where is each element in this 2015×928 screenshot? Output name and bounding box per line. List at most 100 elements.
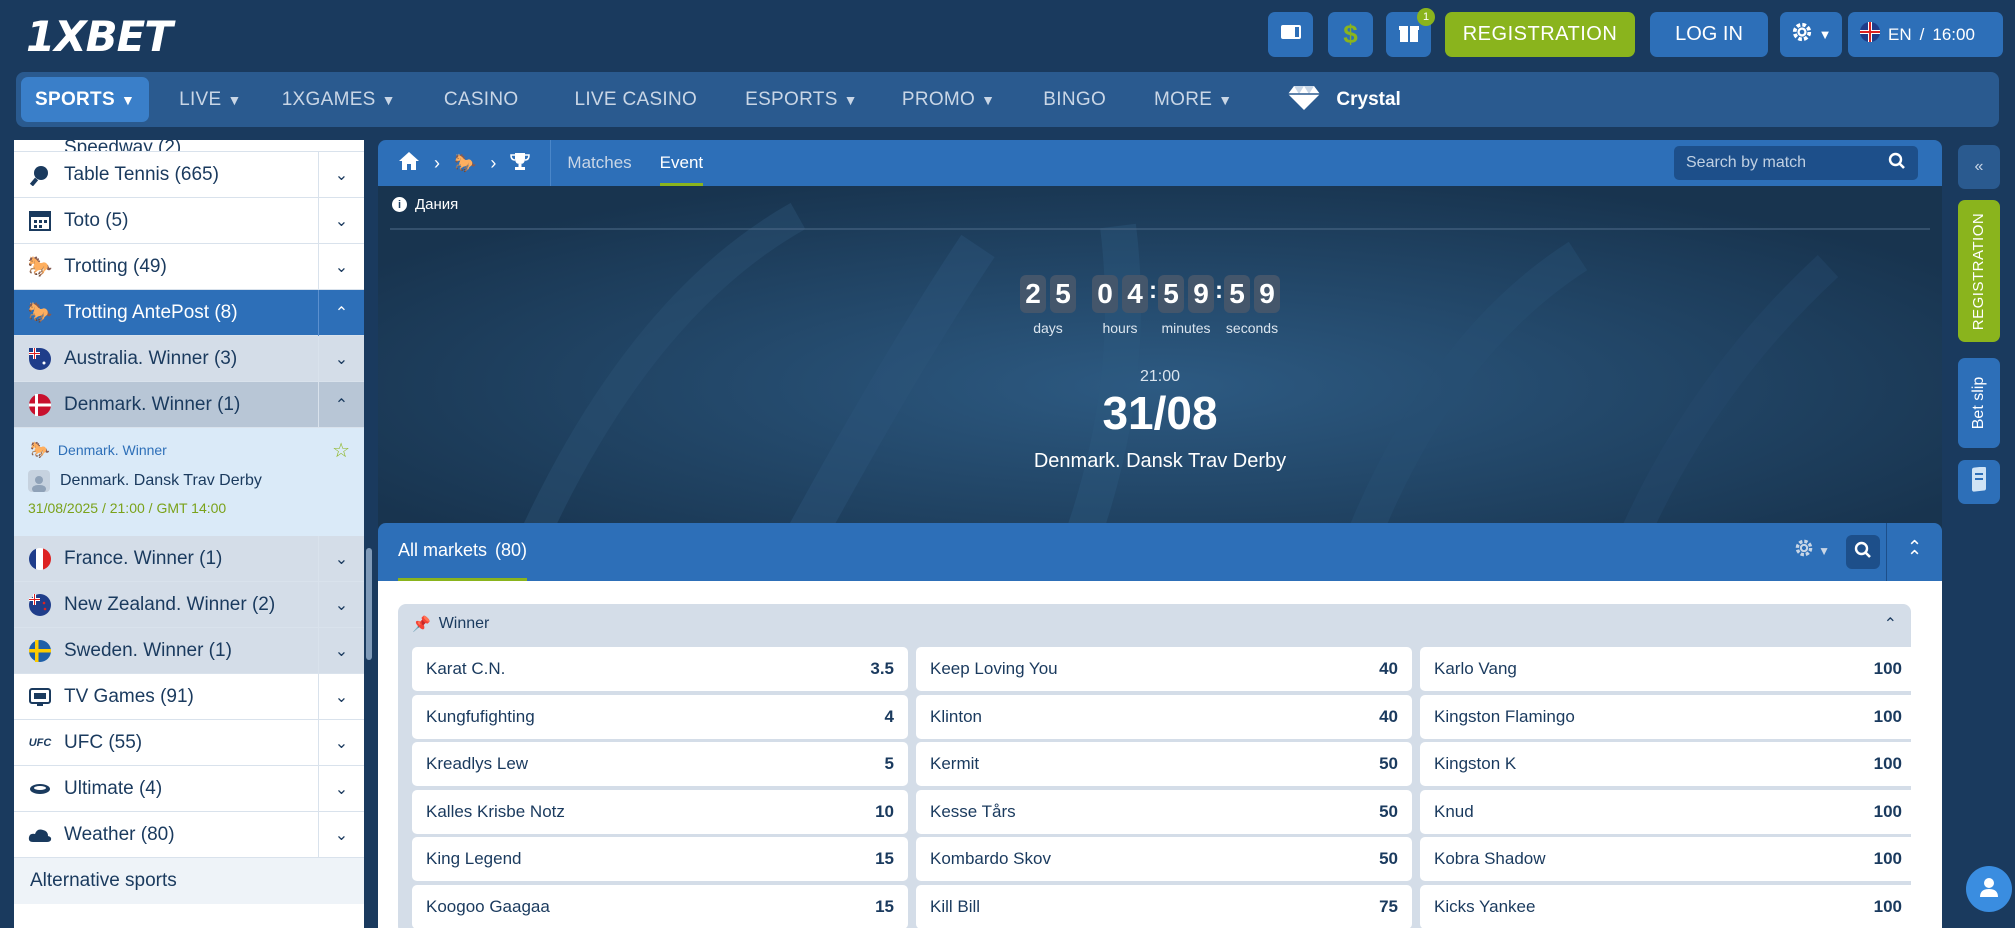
odds-cell[interactable]: Kingston Flamingo 100 [1420, 694, 1916, 739]
sidebar-item-tv-games[interactable]: TV Games (91) ⌄ [14, 674, 364, 720]
gift-icon [1397, 20, 1421, 49]
pin-icon[interactable]: 📌 [412, 615, 431, 633]
chevron-down-icon[interactable]: ⌄ [318, 244, 364, 290]
bet-slip-button[interactable]: Bet slip [1958, 358, 2000, 448]
odds-cell[interactable]: Klinton 40 [916, 694, 1412, 739]
odds-cell[interactable]: Knud 100 [1420, 789, 1916, 834]
coupon-button[interactable] [1958, 460, 2000, 504]
country-label: Дания [415, 196, 459, 213]
nav-label: LIVE [179, 88, 222, 110]
sidebar-event-card[interactable]: 🐎 Denmark. Winner ☆ Denmark. Dansk Trav … [14, 428, 364, 536]
tab-event[interactable]: Event [659, 140, 704, 186]
countdown-seconds: 59 seconds [1224, 275, 1280, 336]
sidebar-item-trotting[interactable]: 🐎 Trotting (49) ⌄ [14, 244, 364, 290]
match-search[interactable]: Search by match [1674, 146, 1918, 180]
nav-live[interactable]: LIVE ▼ [159, 72, 262, 127]
nav-live-casino[interactable]: LIVE CASINO [546, 72, 725, 127]
sidebar-toggle-button[interactable] [1268, 12, 1313, 57]
sidebar-item-ultimate[interactable]: Ultimate (4) ⌄ [14, 766, 364, 812]
markets-settings-button[interactable]: ▼ [1794, 538, 1830, 563]
chevron-down-icon[interactable]: ⌄ [318, 720, 364, 766]
sidebar-item-france-winner[interactable]: France. Winner (1) ⌄ [14, 536, 364, 582]
nav-casino[interactable]: CASINO [416, 72, 547, 127]
sidebar-item-label: Weather (80) [64, 823, 175, 845]
sidebar-alternative-sports[interactable]: Alternative sports [14, 858, 364, 904]
sidebar-scrollbar[interactable] [366, 548, 372, 660]
sidebar-item-toto[interactable]: Toto (5) ⌄ [14, 198, 364, 244]
chevron-down-icon[interactable]: ⌄ [318, 628, 364, 674]
chevron-up-icon[interactable]: ⌃ [1884, 614, 1897, 634]
tab-all-markets[interactable]: All markets (80) [398, 523, 528, 581]
odds-cell[interactable]: Keep Loving You 40 [916, 647, 1412, 691]
registration-button[interactable]: REGISTRATION [1445, 12, 1635, 57]
search-icon[interactable] [1888, 152, 1906, 175]
star-icon[interactable]: ☆ [332, 438, 350, 463]
nav-sports[interactable]: SPORTS ▼ [21, 77, 150, 122]
odds-cell[interactable]: Karlo Vang 100 [1420, 647, 1916, 691]
sidebar-item-sweden-winner[interactable]: Sweden. Winner (1) ⌄ [14, 628, 364, 674]
deposit-button[interactable]: $ [1328, 12, 1373, 57]
odds-cell[interactable]: Kobra Shadow 100 [1420, 837, 1916, 881]
sidebar-item-label: New Zealand. Winner (2) [64, 593, 276, 615]
collapse-all-button[interactable]: ⌃ ⌃ [1886, 523, 1942, 581]
chevron-down-icon[interactable]: ⌄ [318, 336, 364, 382]
sidebar-item-weather[interactable]: Weather (80) ⌄ [14, 812, 364, 858]
nav-promo[interactable]: PROMO ▼ [878, 72, 1019, 127]
settings-button[interactable]: ▼ [1780, 12, 1842, 57]
nav-crystal[interactable]: Crystal [1286, 82, 1401, 118]
nav-esports[interactable]: ESPORTS ▼ [725, 72, 878, 127]
sidebar-item-trotting-antepost[interactable]: 🐎 Trotting AntePost (8) ⌃ [14, 290, 364, 336]
sidebar-item-new-zealand-winner[interactable]: New Zealand. Winner (2) ⌄ [14, 582, 364, 628]
sweden-flag-icon [28, 639, 52, 663]
nav-more[interactable]: MORE ▼ [1130, 72, 1256, 127]
markets-search-button[interactable] [1846, 535, 1880, 569]
odds-cell[interactable]: Kombardo Skov 50 [916, 837, 1412, 881]
chevron-down-icon[interactable]: ⌄ [318, 766, 364, 812]
language-time-selector[interactable]: EN / 16:00 [1848, 12, 2003, 57]
nav-bingo[interactable]: BINGO [1019, 72, 1130, 127]
login-button[interactable]: LOG IN [1650, 12, 1768, 57]
odds-cell[interactable]: Kermit 50 [916, 742, 1412, 786]
odds-cell[interactable]: Kicks Yankee 100 [1420, 884, 1916, 928]
chevron-up-icon[interactable]: ⌃ [318, 290, 364, 336]
support-chat-button[interactable] [1966, 866, 2012, 912]
odds-cell[interactable]: Kungfufighting 4 [412, 694, 908, 739]
side-registration-button[interactable]: REGISTRATION [1958, 200, 2000, 342]
odds-cell[interactable]: Kalles Krisbe Notz 10 [412, 789, 908, 834]
search-input[interactable]: Search by match [1686, 154, 1806, 172]
odds-cell[interactable]: Kingston K 100 [1420, 742, 1916, 786]
runner-name: Karat C.N. [426, 659, 506, 678]
sidebar-item-speedway[interactable]: Speedway (2) [14, 140, 364, 152]
odds-cell[interactable]: Kill Bill 75 [916, 884, 1412, 928]
logo[interactable]: 1XBET [26, 12, 173, 61]
gift-button[interactable]: 1 [1386, 8, 1435, 57]
odds-cell[interactable]: Koogoo Gaagaa 15 [412, 884, 908, 928]
odds-cell[interactable]: King Legend 15 [412, 837, 908, 881]
chevron-down-icon[interactable]: ⌄ [318, 152, 364, 198]
sidebar-item-label: Ultimate (4) [64, 777, 163, 799]
trotting-icon[interactable]: 🐎 [454, 153, 476, 174]
trophy-icon[interactable] [510, 151, 531, 176]
sidebar-item-denmark-winner[interactable]: Denmark. Winner (1) ⌃ [14, 382, 364, 428]
market-group-header[interactable]: 📌 Winner ⌃ [398, 604, 1911, 644]
runner-name: Keep Loving You [930, 659, 1058, 678]
home-icon[interactable] [398, 151, 420, 176]
expand-panel-button[interactable]: « [1958, 145, 2000, 189]
odds-cell[interactable]: Kreadlys Lew 5 [412, 742, 908, 786]
odds-cell[interactable]: Kesse Tårs 50 [916, 789, 1412, 834]
odds-value: 100 [1873, 896, 1902, 916]
separator: / [1919, 24, 1925, 44]
sidebar-item-ufc[interactable]: UFC UFC (55) ⌄ [14, 720, 364, 766]
tab-matches[interactable]: Matches [551, 140, 647, 186]
odds-cell[interactable]: Karat C.N. 3.5 [412, 647, 908, 691]
chevron-down-icon[interactable]: ⌄ [318, 582, 364, 628]
sidebar-item-label: Trotting AntePost (8) [64, 301, 238, 323]
chevron-up-icon[interactable]: ⌃ [318, 382, 364, 428]
chevron-down-icon[interactable]: ⌄ [318, 198, 364, 244]
nav-1xgames[interactable]: 1XGAMES ▼ [262, 72, 416, 127]
sidebar-item-table-tennis[interactable]: Table Tennis (665) ⌄ [14, 152, 364, 198]
sidebar-item-australia-winner[interactable]: Australia. Winner (3) ⌄ [14, 336, 364, 382]
chevron-down-icon[interactable]: ⌄ [318, 536, 364, 582]
chevron-down-icon[interactable]: ⌄ [318, 674, 364, 720]
chevron-down-icon[interactable]: ⌄ [318, 812, 364, 858]
